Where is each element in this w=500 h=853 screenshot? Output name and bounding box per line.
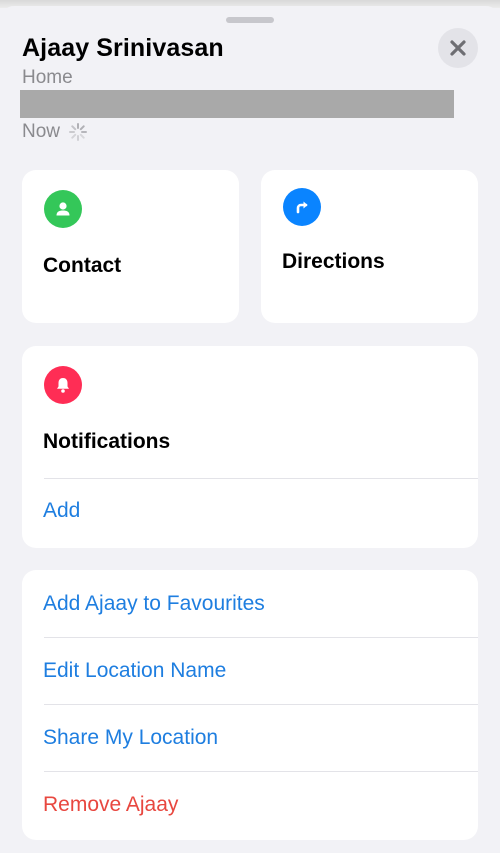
sheet-grabber[interactable] — [226, 17, 274, 23]
notification-icon-circle — [44, 366, 82, 404]
edit-location-name-button[interactable]: Edit Location Name — [43, 659, 226, 683]
divider — [44, 637, 478, 638]
share-my-location-button[interactable]: Share My Location — [43, 726, 218, 750]
divider — [44, 771, 478, 772]
directions-icon-circle — [283, 188, 321, 226]
close-button[interactable] — [438, 28, 478, 68]
contact-label: Contact — [43, 254, 122, 277]
contact-icon-circle — [44, 190, 82, 228]
notifications-section: Notifications Add — [22, 346, 478, 548]
person-name: Ajaay Srinivasan — [22, 34, 224, 62]
contact-button[interactable]: Contact — [22, 170, 239, 323]
directions-arrow-icon — [296, 201, 308, 214]
person-detail-sheet: Ajaay Srinivasan Home Now Contact Direct… — [0, 0, 500, 853]
remove-person-button[interactable]: Remove Ajaay — [43, 793, 178, 817]
add-notification-button[interactable]: Add — [43, 499, 80, 523]
time-label: Now — [22, 121, 61, 142]
options-list: Add Ajaay to Favourites Edit Location Na… — [22, 570, 478, 840]
divider — [44, 478, 478, 479]
bell-icon — [57, 378, 69, 393]
add-to-favourites-button[interactable]: Add Ajaay to Favourites — [43, 592, 265, 616]
person-icon — [56, 202, 70, 216]
close-icon — [450, 40, 466, 56]
divider — [44, 704, 478, 705]
last-updated: Now — [22, 121, 88, 143]
loading-spinner-icon — [69, 123, 88, 141]
directions-button[interactable]: Directions — [261, 170, 478, 323]
location-label: Home — [22, 67, 73, 88]
directions-label: Directions — [282, 250, 385, 273]
notifications-title: Notifications — [43, 430, 171, 453]
redacted-address — [20, 90, 454, 118]
